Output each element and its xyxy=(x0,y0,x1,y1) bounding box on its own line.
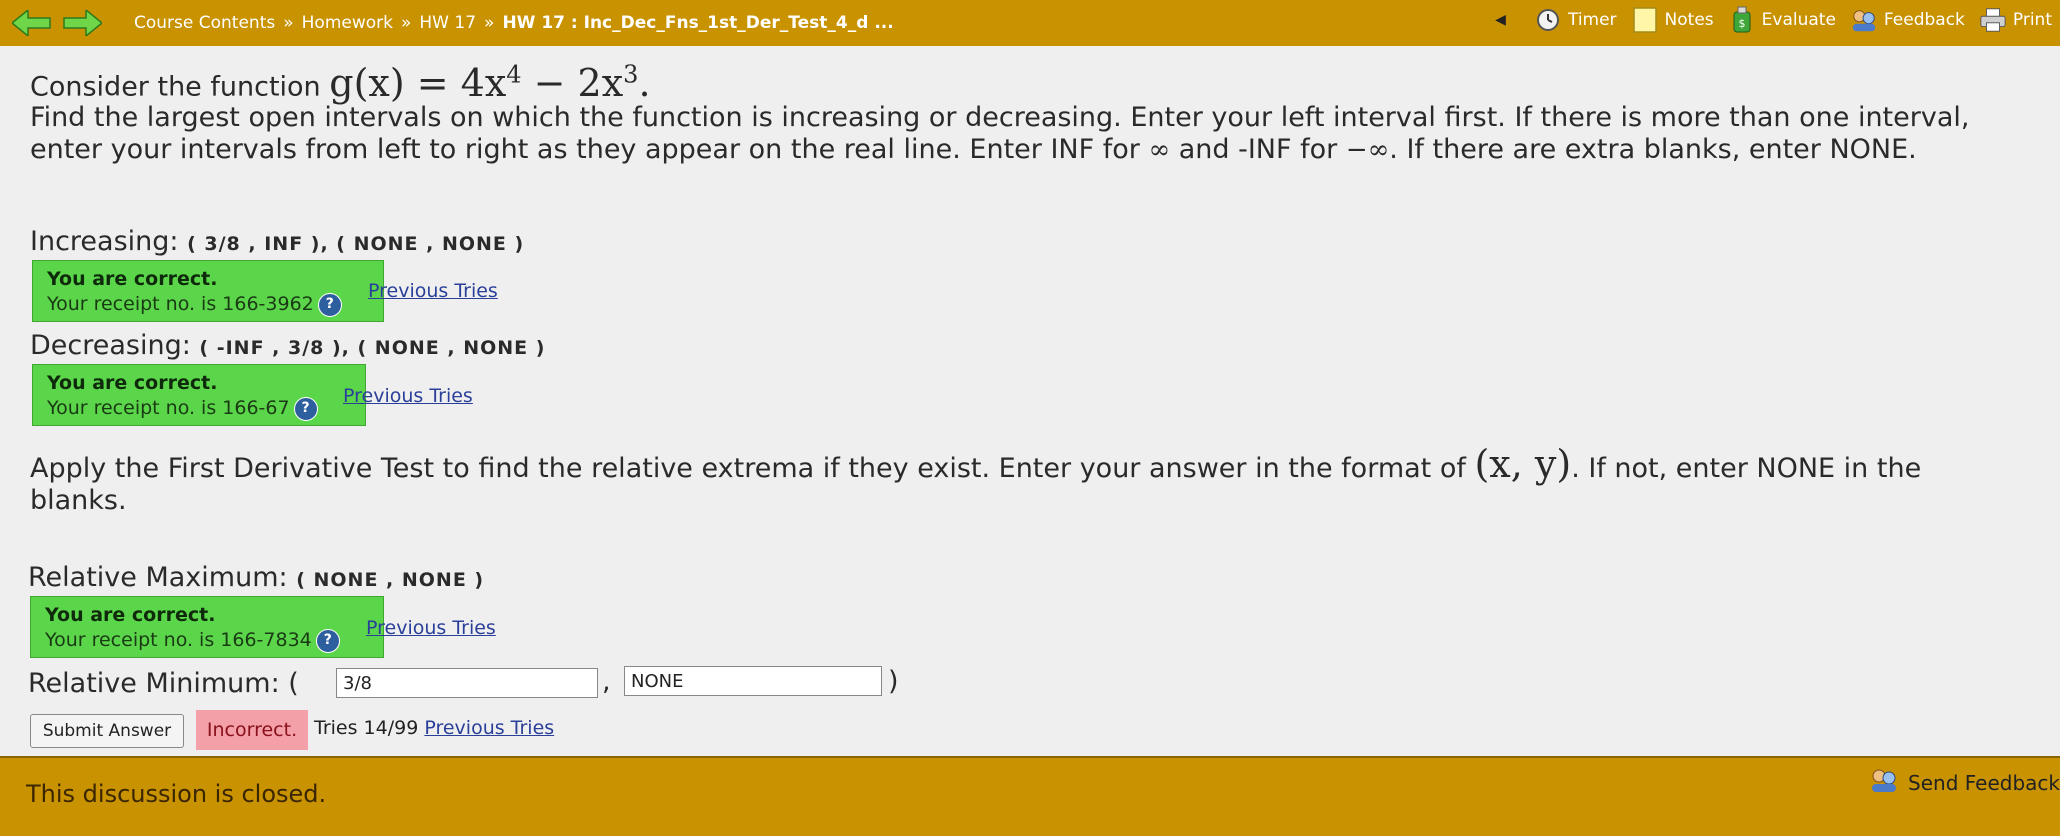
relative-maximum-answer: ( NONE , NONE ) xyxy=(296,569,485,591)
incorrect-badge: Incorrect. xyxy=(196,710,308,750)
feedback-button[interactable]: Feedback xyxy=(1850,6,1965,34)
help-icon[interactable]: ? xyxy=(315,628,340,653)
function-base: g(x) = 4x xyxy=(329,60,507,105)
feedback-label: Feedback xyxy=(1883,10,1965,30)
receipt-line: Your receipt no. is 166-3962? xyxy=(47,292,369,317)
receipt-line: Your receipt no. is 166-7834? xyxy=(45,628,369,653)
printer-icon xyxy=(1979,6,2007,34)
receipt-line: Your receipt no. is 166-67? xyxy=(47,396,351,421)
submit-answer-button[interactable]: Submit Answer xyxy=(30,714,184,748)
breadcrumb-separator: » xyxy=(400,13,412,33)
submit-previous-tries-link[interactable]: Previous Tries xyxy=(424,717,554,739)
relative-minimum-label: Relative Minimum: ( xyxy=(28,668,299,699)
correct-title: You are correct. xyxy=(47,372,218,394)
notes-button[interactable]: Notes xyxy=(1631,6,1714,34)
relative-minimum-y-input[interactable]: NONE xyxy=(624,666,882,696)
neg-infinity-symbol: −∞ xyxy=(1345,135,1390,165)
discussion-closed-text: This discussion is closed. xyxy=(26,780,327,808)
evaluate-bottle-icon: $ xyxy=(1728,6,1756,34)
receipt-text: Your receipt no. is 166-7834 xyxy=(45,629,312,651)
instructions-text-3: . If there are extra blanks, enter NONE. xyxy=(1389,134,1917,165)
breadcrumb-course-contents[interactable]: Course Contents xyxy=(134,13,275,33)
tries-count: Tries 14/99 xyxy=(314,717,419,739)
decreasing-correct-box: You are correct. Your receipt no. is 166… xyxy=(32,364,366,426)
relative-minimum-x-input[interactable]: 3/8 xyxy=(336,668,598,698)
feedback-people-icon xyxy=(1850,6,1878,34)
exponent-4: 4 xyxy=(506,60,522,88)
evaluate-label: Evaluate xyxy=(1761,10,1836,30)
intro-text: Consider the function xyxy=(30,71,321,103)
print-button[interactable]: Print xyxy=(1979,6,2052,34)
decreasing-row: Decreasing: ( -INF , 3/8 ), ( NONE , NON… xyxy=(30,330,545,361)
back-arrow-icon[interactable] xyxy=(10,5,54,41)
send-feedback-button[interactable]: Send Feedback xyxy=(1868,766,2060,799)
instructions-text-2: and -INF for xyxy=(1178,134,1338,165)
increasing-label: Increasing: xyxy=(30,226,179,257)
evaluate-button[interactable]: $ Evaluate xyxy=(1728,6,1836,34)
close-paren: ) xyxy=(888,666,899,697)
correct-title: You are correct. xyxy=(45,604,216,626)
breadcrumb: Course Contents » Homework » HW 17 » HW 17 : I… xyxy=(134,13,894,33)
svg-text:$: $ xyxy=(1738,17,1745,30)
breadcrumb-hw17[interactable]: HW 17 xyxy=(419,13,476,33)
receipt-text: Your receipt no. is 166-67 xyxy=(47,397,290,419)
exponent-3: 3 xyxy=(623,60,639,88)
breadcrumb-homework[interactable]: Homework xyxy=(302,13,393,33)
decreasing-previous-tries-link[interactable]: Previous Tries xyxy=(343,385,473,407)
receipt-text: Your receipt no. is 166-3962 xyxy=(47,293,314,315)
xy-format: (x, y) xyxy=(1474,442,1572,486)
increasing-row: Increasing: ( 3/8 , INF ), ( NONE , NONE… xyxy=(30,226,524,257)
function-expression: g(x) = 4x4 − 2x3. xyxy=(329,60,651,105)
breadcrumb-separator: » xyxy=(484,13,495,33)
comma-separator: , xyxy=(602,666,611,697)
correct-title: You are correct. xyxy=(47,268,218,290)
increasing-answer: ( 3/8 , INF ), ( NONE , NONE ) xyxy=(187,233,525,255)
send-feedback-label: Send Feedback xyxy=(1908,770,2060,795)
discussion-bar: This discussion is closed. Send Feedback xyxy=(0,756,2060,836)
decreasing-answer: ( -INF , 3/8 ), ( NONE , NONE ) xyxy=(199,337,546,359)
function-term: − 2x xyxy=(521,60,624,105)
help-icon[interactable]: ? xyxy=(317,292,342,317)
increasing-correct-box: You are correct. Your receipt no. is 166… xyxy=(32,260,384,322)
relative-maximum-row: Relative Maximum: ( NONE , NONE ) xyxy=(28,562,484,593)
instructions-paragraph: Find the largest open intervals on which… xyxy=(30,102,1990,166)
forward-arrow-icon[interactable] xyxy=(60,5,104,41)
clock-icon xyxy=(1534,6,1562,34)
print-label: Print xyxy=(2012,10,2052,30)
relative-maximum-correct-box: You are correct. Your receipt no. is 166… xyxy=(30,596,384,658)
extrema-text: Apply the First Derivative Test to find … xyxy=(30,453,1466,484)
extrema-instructions: Apply the First Derivative Test to find … xyxy=(30,445,2020,517)
infinity-symbol: ∞ xyxy=(1148,135,1171,165)
breadcrumb-separator: » xyxy=(283,13,294,33)
feedback-people-icon xyxy=(1868,766,1900,799)
toolbar: ◀ Timer Notes $ Evaluate Feedback Print xyxy=(1495,0,2060,40)
problem-content: Consider the function g(x) = 4x4 − 2x3 . … xyxy=(0,46,2060,756)
relative-maximum-previous-tries-link[interactable]: Previous Tries xyxy=(366,617,496,639)
decreasing-label: Decreasing: xyxy=(30,330,191,361)
increasing-previous-tries-link[interactable]: Previous Tries xyxy=(368,280,498,302)
notes-label: Notes xyxy=(1664,10,1714,30)
collapse-triangle-icon[interactable]: ◀ xyxy=(1495,12,1506,28)
function-statement: Consider the function g(x) = 4x4 − 2x3. xyxy=(30,60,651,105)
timer-button[interactable]: Timer xyxy=(1534,6,1617,34)
timer-label: Timer xyxy=(1567,10,1617,30)
tries-row: Tries 14/99 Previous Tries xyxy=(314,717,554,739)
function-period: . xyxy=(638,60,651,105)
top-nav-bar: Course Contents » Homework » HW 17 » HW 17 : I… xyxy=(0,0,2060,48)
breadcrumb-current: HW 17 : Inc_Dec_Fns_1st_Der_Test_4_d ... xyxy=(502,13,894,33)
notepad-icon xyxy=(1631,6,1659,34)
relative-maximum-label: Relative Maximum: xyxy=(28,562,288,593)
help-icon[interactable]: ? xyxy=(293,396,318,421)
